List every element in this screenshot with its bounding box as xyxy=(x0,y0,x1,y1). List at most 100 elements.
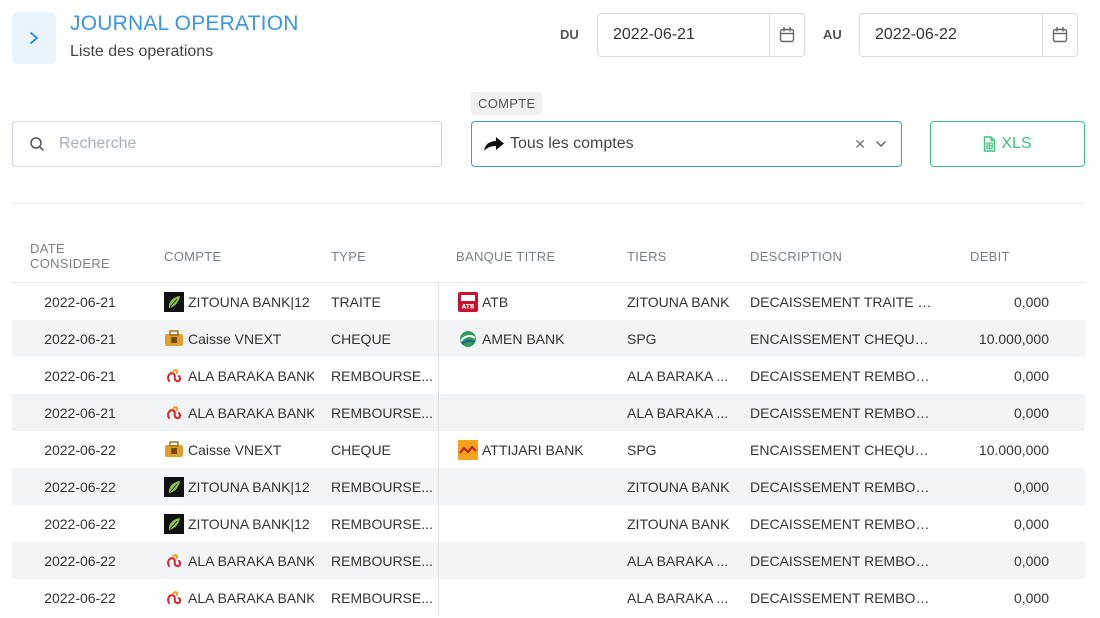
baraka-logo-icon xyxy=(164,551,184,571)
date-to-value[interactable]: 2022-06-22 xyxy=(860,26,1042,44)
cell-debit: 0,000 xyxy=(1013,552,1049,569)
cell-description: DECAISSEMENT REMBOURS... xyxy=(750,515,932,532)
cell-compte-text: Caisse VNEXT xyxy=(188,441,282,458)
date-to-field[interactable]: 2022-06-22 xyxy=(859,13,1078,57)
column-header-tiers[interactable]: TIERS xyxy=(610,249,734,264)
cell-debit: 0,000 xyxy=(1013,367,1049,384)
cell-compte: ALA BARAKA BANK xyxy=(148,551,314,571)
cell-debit: 10.000,000 xyxy=(978,330,1049,347)
calendar-icon[interactable] xyxy=(769,14,804,56)
cell-compte-text: ZITOUNA BANK|12 xyxy=(188,515,310,532)
cell-description: DECAISSEMENT TRAITE (EN ... xyxy=(750,293,932,310)
compte-select[interactable]: Tous les comptes ✕ xyxy=(471,121,902,167)
baraka-logo-icon xyxy=(164,588,184,608)
cell-banque-text: AMEN BANK xyxy=(482,330,565,347)
table-row[interactable]: 2022-06-21 ALA BARAKA BANK REMBOURSE... ALA… xyxy=(12,394,1085,431)
table-row[interactable]: 2022-06-21 Caisse VNEXT CHEQUE AMEN BANK SPG… xyxy=(12,320,1085,357)
export-xls-button[interactable]: XLS xyxy=(930,121,1085,167)
cell-tiers: ALA BARAKA ... xyxy=(627,589,729,606)
cell-banque-titre: ATB ATB xyxy=(438,283,610,320)
zitouna-logo-icon xyxy=(164,513,184,534)
column-header-date[interactable]: DATE CONSIDERE xyxy=(12,241,148,271)
cell-banque-titre: ATTIJARI BANK xyxy=(438,431,610,468)
cell-type: REMBOURSE... xyxy=(331,367,433,384)
cell-compte-text: ALA BARAKA BANK xyxy=(188,552,314,569)
cell-description: ENCAISSEMENT CHEQUE (E... xyxy=(750,330,932,347)
cell-debit: 0,000 xyxy=(1013,404,1049,421)
caisse-logo-icon xyxy=(164,440,184,460)
column-header-description[interactable]: DESCRIPTION xyxy=(734,249,932,264)
cell-type: CHEQUE xyxy=(331,330,391,347)
cell-description: DECAISSEMENT REMBOURS... xyxy=(750,404,932,421)
cell-tiers: ZITOUNA BANK xyxy=(627,515,730,532)
cell-compte-text: ZITOUNA BANK|12 xyxy=(188,293,310,310)
atb-logo-icon: ATB xyxy=(458,291,478,312)
table-row[interactable]: 2022-06-21 ALA BARAKA BANK REMBOURSE... ALA… xyxy=(12,357,1085,394)
column-header-debit[interactable]: DEBIT xyxy=(932,249,1085,264)
share-arrow-icon xyxy=(484,137,504,151)
date-to-label: AU xyxy=(823,27,842,42)
amen-logo-icon xyxy=(458,329,478,349)
cell-banque-titre xyxy=(438,542,610,579)
table-header: DATE CONSIDERE COMPTE TYPE BANQUE TITRE … xyxy=(12,230,1085,283)
zitouna-logo-icon xyxy=(164,291,184,312)
column-header-banque-titre[interactable]: BANQUE TITRE xyxy=(438,249,610,264)
sidebar-toggle-button[interactable] xyxy=(12,12,56,64)
cell-type: REMBOURSE... xyxy=(331,404,433,421)
cell-tiers: ALA BARAKA ... xyxy=(627,367,729,384)
table-row[interactable]: 2022-06-22 ZITOUNA BANK|12 REMBOURSE... ZIT… xyxy=(12,468,1085,505)
file-excel-icon xyxy=(984,136,996,152)
cell-compte: Caisse VNEXT xyxy=(148,440,314,460)
cell-description: DECAISSEMENT REMBOURS... xyxy=(750,367,932,384)
caisse-logo-icon xyxy=(164,329,184,349)
cell-description: DECAISSEMENT REMBOURS... xyxy=(750,589,932,606)
table-row[interactable]: 2022-06-22 ZITOUNA BANK|12 REMBOURSE... ZIT… xyxy=(12,505,1085,542)
clear-icon[interactable]: ✕ xyxy=(854,136,866,153)
column-header-compte[interactable]: COMPTE xyxy=(148,249,314,264)
chevron-right-icon xyxy=(30,32,38,44)
cell-compte-text: ALA BARAKA BANK xyxy=(188,404,314,421)
table-row[interactable]: 2022-06-21 ZITOUNA BANK|12 TRAITE ATB ATB ZIT… xyxy=(12,283,1085,320)
page-title: JOURNAL OPERATION xyxy=(70,12,299,35)
attijari-logo-icon xyxy=(458,439,478,460)
zitouna-logo-icon xyxy=(164,476,184,497)
search-input[interactable] xyxy=(57,134,421,154)
cell-banque-titre xyxy=(438,468,610,505)
cell-compte: ALA BARAKA BANK xyxy=(148,403,314,423)
search-icon xyxy=(30,137,44,151)
date-from-field[interactable]: 2022-06-21 xyxy=(597,13,805,57)
cell-banque-titre xyxy=(438,579,610,616)
cell-type: TRAITE xyxy=(331,293,381,310)
cell-date: 2022-06-22 xyxy=(44,441,116,458)
cell-tiers: SPG xyxy=(627,330,657,347)
cell-date: 2022-06-22 xyxy=(44,515,116,532)
cell-tiers: ZITOUNA BANK xyxy=(627,293,730,310)
table-row[interactable]: 2022-06-22 ALA BARAKA BANK REMBOURSE... ALA… xyxy=(12,542,1085,579)
export-xls-label: XLS xyxy=(1001,135,1032,152)
calendar-icon[interactable] xyxy=(1042,14,1077,56)
compte-label: COMPTE xyxy=(471,92,543,115)
cell-debit: 0,000 xyxy=(1013,478,1049,495)
table-row[interactable]: 2022-06-22 ALA BARAKA BANK REMBOURSE... ALA… xyxy=(12,579,1085,616)
cell-compte: ALA BARAKA BANK xyxy=(148,366,314,386)
cell-description: ENCAISSEMENT CHEQUE (RE... xyxy=(750,441,932,458)
cell-compte-text: ALA BARAKA BANK xyxy=(188,367,314,384)
cell-banque-titre xyxy=(438,394,610,431)
cell-date: 2022-06-21 xyxy=(44,293,116,310)
cell-type: REMBOURSE... xyxy=(331,589,433,606)
table-row[interactable]: 2022-06-22 Caisse VNEXT CHEQUE ATTIJARI BAN… xyxy=(12,431,1085,468)
search-box[interactable] xyxy=(12,121,442,167)
column-header-type[interactable]: TYPE xyxy=(314,249,438,264)
cell-tiers: ALA BARAKA ... xyxy=(627,552,729,569)
cell-date: 2022-06-22 xyxy=(44,589,116,606)
cell-date: 2022-06-22 xyxy=(44,478,116,495)
cell-compte-text: Caisse VNEXT xyxy=(188,330,282,347)
date-from-value[interactable]: 2022-06-21 xyxy=(598,26,769,44)
cell-tiers: ZITOUNA BANK xyxy=(627,478,730,495)
baraka-logo-icon xyxy=(164,366,184,386)
cell-tiers: ALA BARAKA ... xyxy=(627,404,729,421)
cell-debit: 0,000 xyxy=(1013,515,1049,532)
cell-description: DECAISSEMENT REMBOURS... xyxy=(750,552,932,569)
cell-compte: ZITOUNA BANK|12 xyxy=(148,476,314,497)
chevron-down-icon[interactable] xyxy=(876,140,886,148)
